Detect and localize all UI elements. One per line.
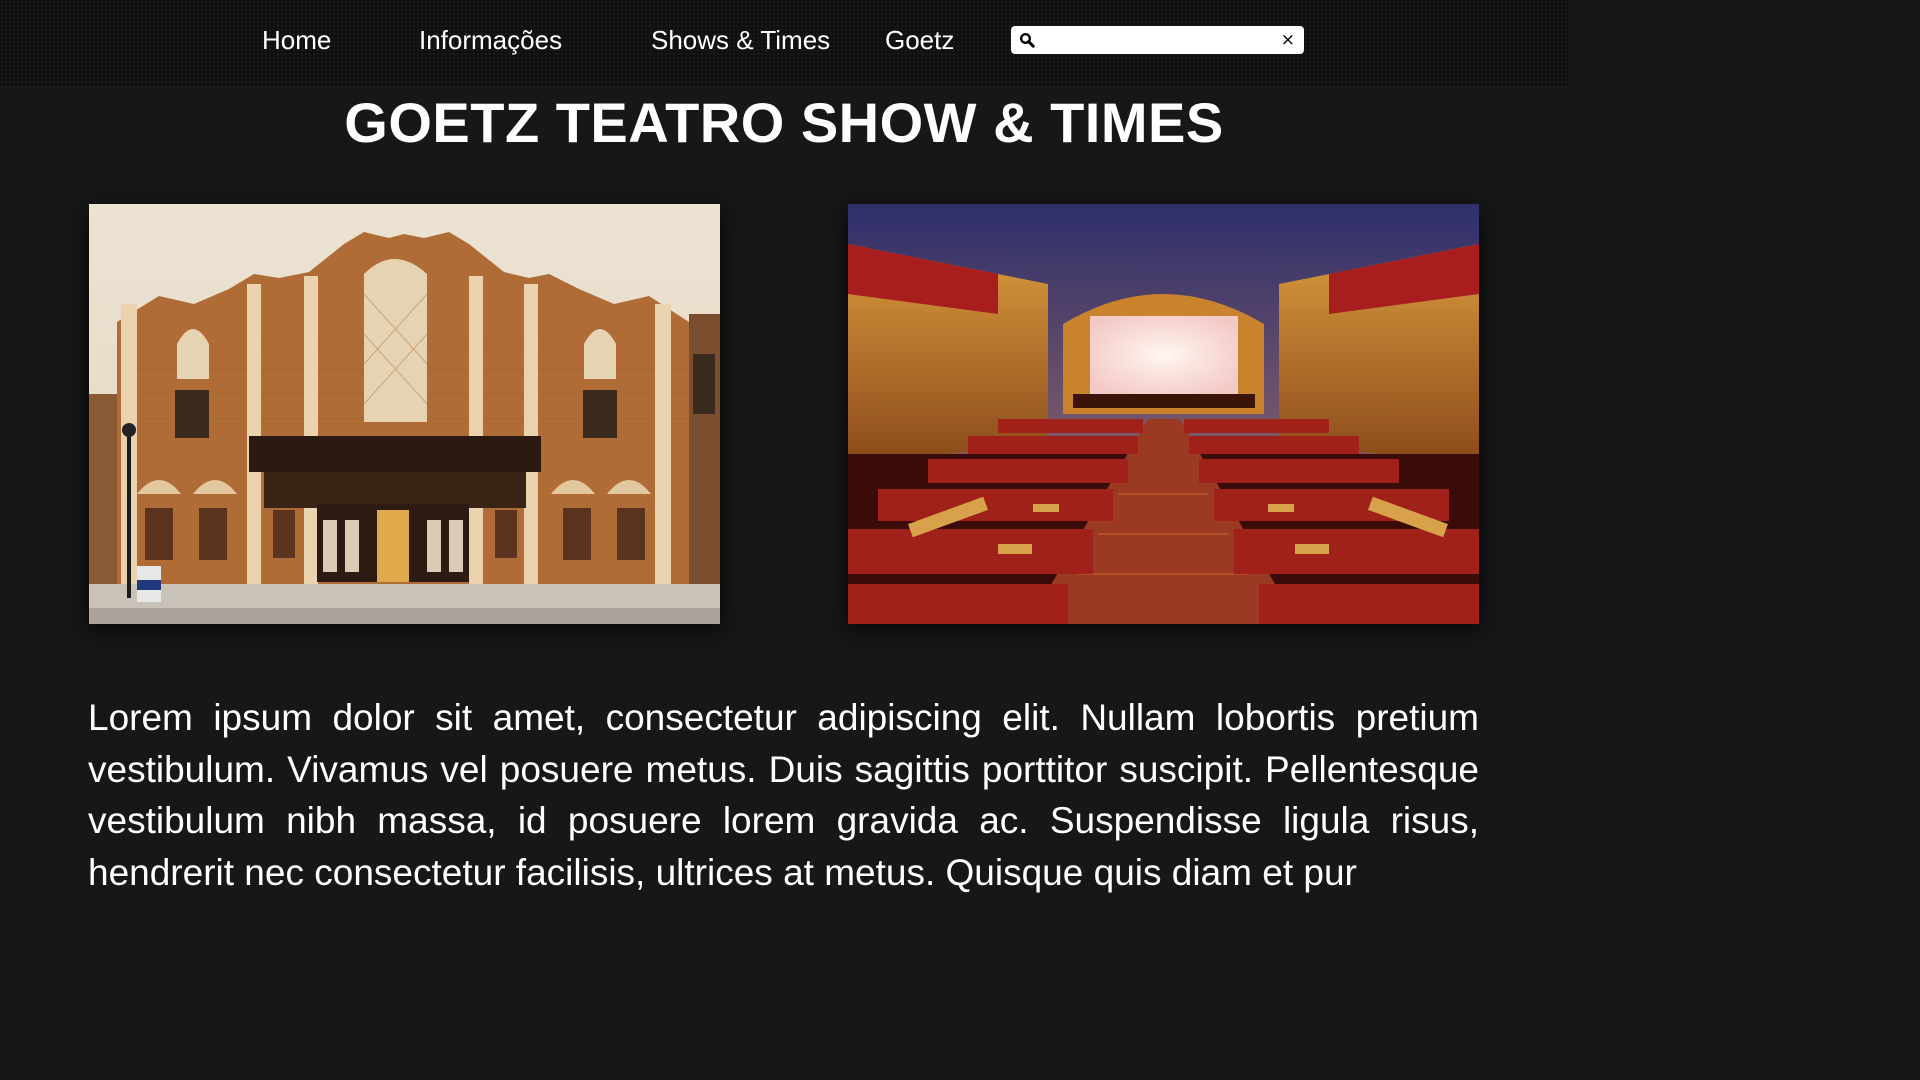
nav-home-link[interactable]: Home	[262, 24, 331, 56]
theater-exterior-photo	[89, 204, 720, 624]
search-box: ×	[1011, 26, 1304, 54]
nav-goetz-link[interactable]: Goetz	[885, 24, 954, 56]
page-title: GOETZ TEATRO SHOW & TIMES	[344, 91, 1224, 154]
clear-search-icon[interactable]: ×	[1281, 30, 1295, 50]
intro-paragraph: Lorem ipsum dolor sit amet, consectetur …	[88, 697, 1479, 893]
navbar: Home Informações Shows & Times Goetz ×	[0, 0, 1568, 87]
nav-shows-times-link[interactable]: Shows & Times	[651, 24, 830, 56]
nav-informacoes-link[interactable]: Informações	[419, 24, 562, 56]
search-icon[interactable]	[1019, 32, 1035, 48]
search-input[interactable]	[1041, 28, 1275, 54]
theater-auditorium-photo	[848, 204, 1479, 624]
